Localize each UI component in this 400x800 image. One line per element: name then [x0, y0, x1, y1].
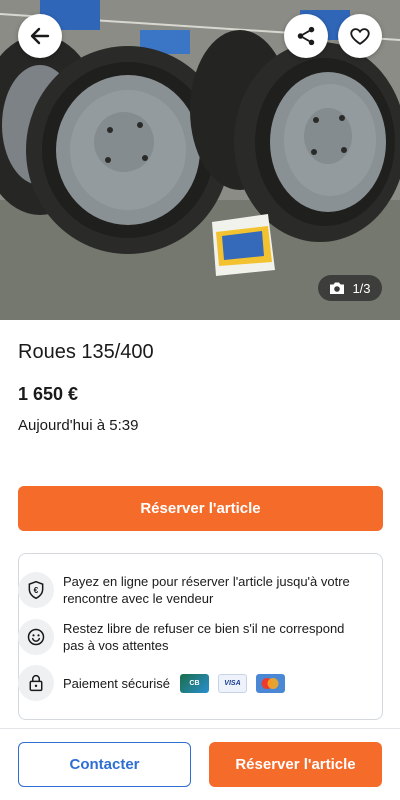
- photo-counter-text: 1/3: [352, 280, 371, 296]
- photo-counter: 1/3: [318, 275, 382, 301]
- svg-text:€: €: [34, 585, 39, 595]
- listing-title: Roues 135/400: [18, 341, 154, 363]
- listing-price: 1 650 €: [18, 384, 79, 404]
- euro-shield-icon: €: [18, 572, 54, 608]
- camera-icon: [330, 282, 345, 294]
- info-item-pay-online: € Payez en ligne pour réserver l'article…: [18, 572, 353, 608]
- info-item-text: Restez libre de refuser ce bien s'il ne …: [63, 621, 345, 653]
- info-item-text: Payez en ligne pour réserver l'article j…: [63, 574, 350, 606]
- listing-photo[interactable]: 1/3: [0, 0, 400, 320]
- visa-card-logo: VISA: [217, 673, 247, 693]
- back-button[interactable]: [18, 14, 62, 58]
- secure-payment-label: Paiement sécurisé: [63, 675, 170, 691]
- share-button[interactable]: [284, 14, 328, 58]
- listing-date: Aujourd'hui à 5:39: [18, 417, 139, 434]
- reserve-bottom-button[interactable]: Réserver l'article: [209, 742, 382, 787]
- favorite-button[interactable]: [338, 14, 382, 58]
- smiley-icon: [18, 619, 54, 655]
- mastercard-logo: [255, 673, 285, 693]
- arrow-left-icon: [30, 27, 50, 45]
- reserve-button[interactable]: Réserver l'article: [18, 486, 383, 531]
- lock-icon: [18, 665, 54, 701]
- info-item-secure-payment: Paiement sécurisé CB VISA: [18, 665, 353, 701]
- contact-button[interactable]: Contacter: [18, 742, 191, 787]
- cb-card-logo: CB: [179, 673, 209, 693]
- info-item-free-to-refuse: Restez libre de refuser ce bien s'il ne …: [18, 619, 353, 655]
- share-icon: [297, 26, 315, 46]
- wheels-photo-illustration: [0, 0, 400, 320]
- heart-icon: [350, 28, 370, 45]
